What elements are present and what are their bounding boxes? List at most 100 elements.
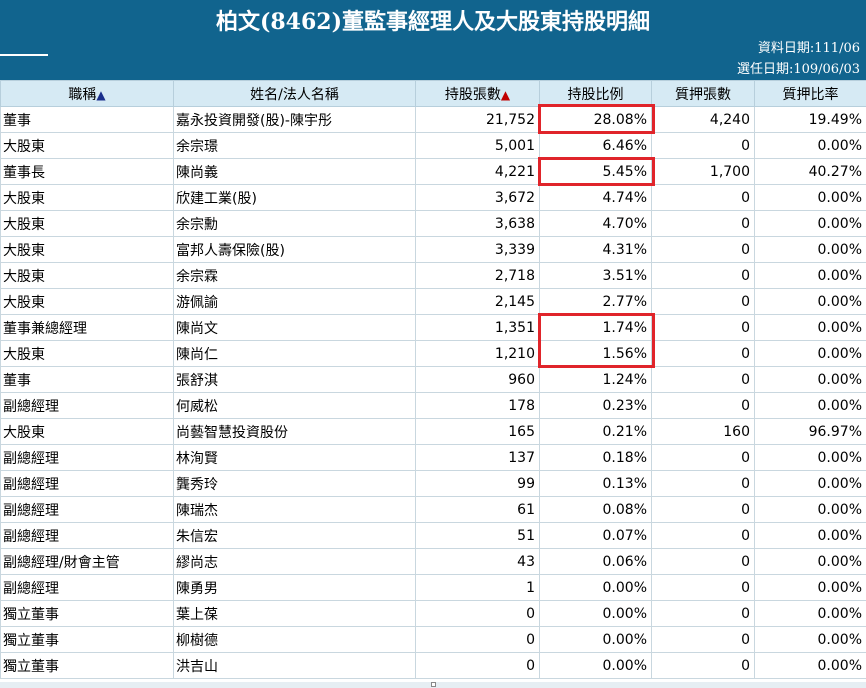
column-header-name[interactable]: 姓名/法人名稱: [173, 80, 416, 107]
cell-shares: 43: [415, 548, 540, 575]
cell-name[interactable]: 陳瑞杰: [173, 496, 416, 523]
cell-shares: 3,638: [415, 210, 540, 237]
table-row: 大股東 陳尚仁 1,210 1.56% 0 0.00%: [0, 340, 866, 367]
cell-name[interactable]: 余宗璟: [173, 132, 416, 159]
table-row: 獨立董事 柳樹德 0 0.00% 0 0.00%: [0, 626, 866, 653]
cell-pledged: 0: [651, 626, 755, 653]
cell-shares: 2,145: [415, 288, 540, 315]
table-header-row: 職稱▲ 姓名/法人名稱 持股張數▲ 持股比例 質押張數 質押比率: [0, 80, 866, 107]
cell-ratio: 28.08%: [539, 106, 652, 133]
cell-title: 獨立董事: [0, 652, 174, 679]
cell-name[interactable]: 朱信宏: [173, 522, 416, 549]
cell-name[interactable]: 陳勇男: [173, 574, 416, 601]
cell-title: 副總經理: [0, 574, 174, 601]
cell-shares: 61: [415, 496, 540, 523]
cell-pledge-ratio: 0.00%: [754, 132, 866, 159]
cell-name[interactable]: 游佩諭: [173, 288, 416, 315]
cell-name[interactable]: 富邦人壽保險(股): [173, 236, 416, 263]
table-row: 副總經理/財會主管 繆尚志 43 0.06% 0 0.00%: [0, 548, 866, 575]
table-row: 副總經理 龔秀玲 99 0.13% 0 0.00%: [0, 470, 866, 497]
cell-shares: 1,351: [415, 314, 540, 341]
cell-name[interactable]: 林洵賢: [173, 444, 416, 471]
cell-shares: 3,339: [415, 236, 540, 263]
cell-pledged: 0: [651, 210, 755, 237]
cell-ratio: 0.00%: [539, 574, 652, 601]
cell-pledged: 0: [651, 340, 755, 367]
table-row: 董事 嘉永投資開發(股)-陳宇彤 21,752 28.08% 4,240 19.49%: [0, 106, 866, 133]
cell-name[interactable]: 龔秀玲: [173, 470, 416, 497]
cell-pledged: 0: [651, 652, 755, 679]
cell-pledge-ratio: 0.00%: [754, 600, 866, 627]
cell-name[interactable]: 葉上葆: [173, 600, 416, 627]
cell-name[interactable]: 余宗勳: [173, 210, 416, 237]
cell-name[interactable]: 陳尚文: [173, 314, 416, 341]
cell-name[interactable]: 欣建工業(股): [173, 184, 416, 211]
column-header-ratio[interactable]: 持股比例: [539, 80, 652, 107]
bottom-scrollbar[interactable]: [0, 682, 866, 688]
resize-handle-icon[interactable]: [431, 682, 436, 687]
cell-title: 大股東: [0, 132, 174, 159]
cell-pledged: 0: [651, 522, 755, 549]
cell-name[interactable]: 張舒淇: [173, 366, 416, 393]
table-row: 大股東 余宗勳 3,638 4.70% 0 0.00%: [0, 210, 866, 237]
cell-ratio: 0.21%: [539, 418, 652, 445]
cell-name[interactable]: 余宗霖: [173, 262, 416, 289]
table-row: 董事 張舒淇 960 1.24% 0 0.00%: [0, 366, 866, 393]
cell-pledged: 0: [651, 288, 755, 315]
cell-pledge-ratio: 0.00%: [754, 314, 866, 341]
cell-pledge-ratio: 96.97%: [754, 418, 866, 445]
cell-shares: 2,718: [415, 262, 540, 289]
cell-pledge-ratio: 0.00%: [754, 236, 866, 263]
cell-title: 大股東: [0, 236, 174, 263]
cell-pledge-ratio: 0.00%: [754, 652, 866, 679]
cell-ratio: 4.74%: [539, 184, 652, 211]
sort-active-icon[interactable]: ▲: [501, 88, 510, 102]
cell-shares: 178: [415, 392, 540, 419]
table-row: 董事兼總經理 陳尚文 1,351 1.74% 0 0.00%: [0, 314, 866, 341]
cell-shares: 137: [415, 444, 540, 471]
cell-pledge-ratio: 0.00%: [754, 392, 866, 419]
cell-shares: 5,001: [415, 132, 540, 159]
cell-ratio: 5.45%: [539, 158, 652, 185]
cell-pledged: 0: [651, 262, 755, 289]
cell-name[interactable]: 繆尚志: [173, 548, 416, 575]
cell-pledge-ratio: 0.00%: [754, 548, 866, 575]
cell-ratio: 0.00%: [539, 600, 652, 627]
cell-shares: 4,221: [415, 158, 540, 185]
cell-shares: 165: [415, 418, 540, 445]
column-header-pledge-ratio[interactable]: 質押比率: [754, 80, 866, 107]
cell-name[interactable]: 尚藝智慧投資股份: [173, 418, 416, 445]
table-row: 副總經理 朱信宏 51 0.07% 0 0.00%: [0, 522, 866, 549]
cell-title: 董事兼總經理: [0, 314, 174, 341]
cell-title: 董事: [0, 366, 174, 393]
cell-name[interactable]: 嘉永投資開發(股)-陳宇彤: [173, 106, 416, 133]
cell-name[interactable]: 何威松: [173, 392, 416, 419]
cell-ratio: 4.31%: [539, 236, 652, 263]
column-header-title[interactable]: 職稱▲: [0, 80, 174, 107]
cell-name[interactable]: 陳尚義: [173, 158, 416, 185]
data-date: 資料日期:111/06: [757, 41, 860, 56]
cell-title: 副總經理: [0, 496, 174, 523]
cell-title: 大股東: [0, 262, 174, 289]
column-header-pledged[interactable]: 質押張數: [651, 80, 755, 107]
cell-ratio: 0.00%: [539, 652, 652, 679]
cell-pledge-ratio: 0.00%: [754, 496, 866, 523]
table-row: 副總經理 陳瑞杰 61 0.08% 0 0.00%: [0, 496, 866, 523]
cell-shares: 0: [415, 626, 540, 653]
cell-shares: 0: [415, 652, 540, 679]
cell-shares: 21,752: [415, 106, 540, 133]
cell-ratio: 1.56%: [539, 340, 652, 367]
cell-ratio: 0.06%: [539, 548, 652, 575]
column-header-shares[interactable]: 持股張數▲: [415, 80, 540, 107]
cell-name[interactable]: 柳樹德: [173, 626, 416, 653]
cell-name[interactable]: 洪吉山: [173, 652, 416, 679]
cell-pledged: 0: [651, 132, 755, 159]
cell-shares: 960: [415, 366, 540, 393]
table-row: 董事長 陳尚義 4,221 5.45% 1,700 40.27%: [0, 158, 866, 185]
cell-ratio: 0.18%: [539, 444, 652, 471]
cell-title: 大股東: [0, 210, 174, 237]
cell-ratio: 6.46%: [539, 132, 652, 159]
sort-asc-icon[interactable]: ▲: [96, 88, 105, 102]
cell-name[interactable]: 陳尚仁: [173, 340, 416, 367]
cell-shares: 0: [415, 600, 540, 627]
